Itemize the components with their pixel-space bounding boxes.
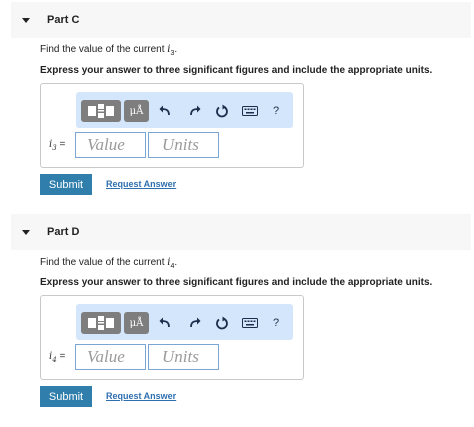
- part-title: Part C: [47, 14, 80, 26]
- keyboard-button[interactable]: [241, 100, 259, 122]
- value-input[interactable]: Value: [75, 132, 146, 158]
- request-answer-link[interactable]: Request Answer: [106, 391, 176, 401]
- question-prompt: Find the value of the current i4.: [40, 257, 177, 270]
- templates-button[interactable]: [81, 100, 121, 122]
- templates-button[interactable]: [81, 312, 121, 334]
- templates-icon: [88, 104, 114, 118]
- reset-icon: [216, 316, 228, 330]
- prompt-suffix: .: [174, 44, 178, 55]
- part-d-header[interactable]: Part D: [11, 214, 471, 250]
- request-answer-link[interactable]: Request Answer: [106, 179, 176, 189]
- redo-icon: [190, 317, 201, 328]
- part-c-header[interactable]: Part C: [11, 2, 471, 38]
- answer-instruction: Express your answer to three significant…: [40, 277, 433, 288]
- redo-button[interactable]: [186, 312, 204, 334]
- redo-button[interactable]: [186, 100, 204, 122]
- part-title: Part D: [47, 226, 80, 238]
- reset-button[interactable]: [213, 312, 231, 334]
- collapse-caret-icon[interactable]: [22, 229, 30, 235]
- answer-box: μÅ: [40, 295, 304, 380]
- redo-icon: [190, 105, 201, 116]
- answer-instruction: Express your answer to three significant…: [40, 65, 433, 76]
- prompt-text: Find the value of the current: [40, 44, 168, 55]
- units-button[interactable]: μÅ: [124, 312, 149, 334]
- help-button[interactable]: ?: [267, 312, 285, 334]
- submit-button[interactable]: Submit: [40, 386, 92, 407]
- units-button[interactable]: μÅ: [124, 100, 149, 122]
- templates-icon: [88, 316, 114, 330]
- units-input[interactable]: Units: [148, 344, 219, 370]
- undo-button[interactable]: [156, 312, 174, 334]
- prompt-suffix: .: [174, 257, 178, 268]
- answer-box: μÅ: [40, 83, 304, 168]
- value-input[interactable]: Value: [75, 344, 146, 370]
- undo-button[interactable]: [156, 100, 174, 122]
- math-toolbar: μÅ ?: [76, 92, 293, 128]
- units-input[interactable]: Units: [148, 132, 219, 158]
- equals-sign: =: [56, 139, 66, 150]
- keyboard-icon: [242, 106, 258, 116]
- collapse-caret-icon[interactable]: [22, 17, 30, 23]
- equals-sign: =: [56, 351, 66, 362]
- keyboard-button[interactable]: [241, 312, 259, 334]
- keyboard-icon: [242, 318, 258, 328]
- prompt-text: Find the value of the current: [40, 257, 168, 268]
- undo-icon: [159, 317, 170, 328]
- variable-label: i4 =: [49, 351, 65, 364]
- reset-icon: [216, 104, 228, 118]
- help-button[interactable]: ?: [267, 100, 285, 122]
- question-prompt: Find the value of the current i3.: [40, 44, 177, 57]
- undo-icon: [159, 105, 170, 116]
- math-toolbar: μÅ ?: [76, 304, 293, 340]
- variable-label: i3 =: [49, 139, 65, 152]
- submit-button[interactable]: Submit: [40, 174, 92, 195]
- reset-button[interactable]: [213, 100, 231, 122]
